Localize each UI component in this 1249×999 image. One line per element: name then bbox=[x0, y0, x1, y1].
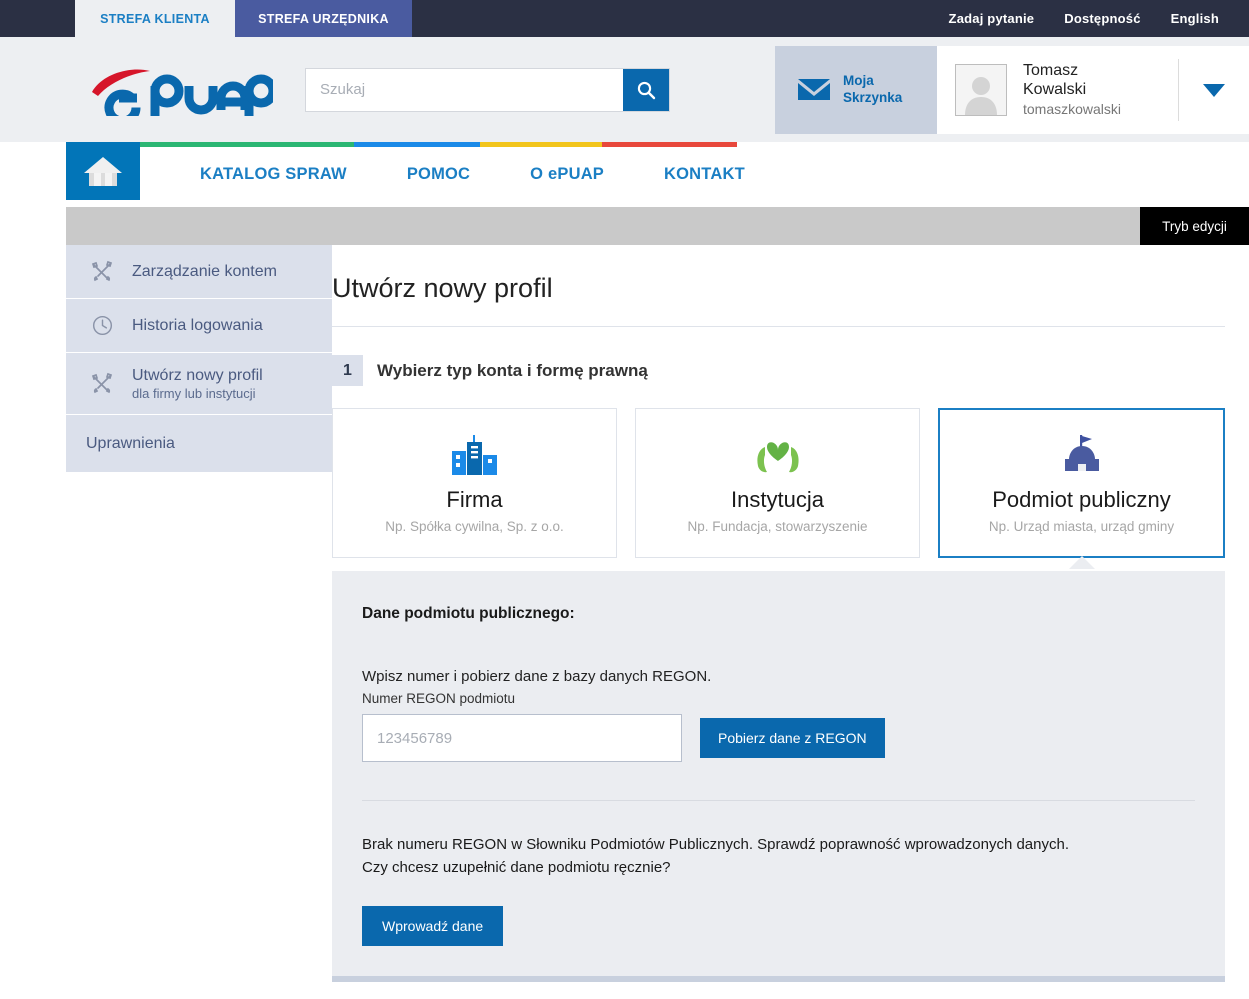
enter-data-button[interactable]: Wprowadź dane bbox=[362, 905, 504, 946]
main-navigation: KATALOG SPRAW POMOC O ePUAP KONTAKT bbox=[0, 142, 1249, 207]
search-input[interactable] bbox=[306, 68, 623, 111]
panel-footer-line bbox=[332, 975, 1225, 982]
sidebar-item-utworz-nowy-profil[interactable]: Utwórz nowy profil dla firmy lub instytu… bbox=[66, 353, 332, 415]
form-heading: Dane podmiotu publicznego: bbox=[362, 605, 575, 622]
entity-form: Dane podmiotu publicznego: Wpisz numer i… bbox=[332, 605, 1225, 762]
card-instytucja[interactable]: Instytucja Np. Fundacja, stowarzyszenie bbox=[635, 408, 920, 558]
form-divider bbox=[362, 800, 1195, 801]
card-title: Instytucja bbox=[731, 486, 824, 512]
user-area: Moja Skrzynka Tomasz Kowalski tomaszkowa… bbox=[775, 45, 1249, 134]
sidebar-item-uprawnienia[interactable]: Uprawnienia bbox=[66, 415, 332, 473]
sidebar-item-historia-logowania[interactable]: Historia logowania bbox=[66, 299, 332, 353]
account-type-cards: Firma Np. Spółka cywilna, Sp. z o.o. Ins… bbox=[332, 408, 1225, 569]
card-podmiot-publiczny[interactable]: Podmiot publiczny Np. Urząd miasta, urzą… bbox=[938, 408, 1225, 569]
zone-tab-client[interactable]: STREFA KLIENTA bbox=[75, 0, 235, 37]
step-title: Wybierz typ konta i formę prawną bbox=[377, 360, 648, 380]
zone-tab-officer-label: STREFA URZĘDNIKA bbox=[258, 11, 389, 26]
regon-field-label: Numer REGON podmiotu bbox=[362, 691, 516, 706]
sidebar-item-label: Zarządzanie kontem bbox=[132, 262, 277, 280]
sidebar-item-label: Historia logowania bbox=[132, 316, 263, 334]
search-icon bbox=[637, 81, 656, 99]
office-buildings-icon bbox=[448, 433, 502, 479]
sidebar-item-sublabel: dla firmy lub instytucji bbox=[132, 385, 256, 401]
panel-bottom-gap bbox=[332, 946, 1225, 976]
step-header: 1 Wybierz typ konta i formę prawną bbox=[332, 327, 1225, 408]
search-box bbox=[305, 67, 670, 112]
edit-mode-bar: Tryb edycji bbox=[66, 207, 1249, 245]
edit-mode-button[interactable]: Tryb edycji bbox=[1140, 207, 1249, 245]
page-body: Zarządzanie kontem Historia logowania Ut… bbox=[66, 245, 1249, 982]
link-english[interactable]: English bbox=[1171, 11, 1219, 26]
search-button[interactable] bbox=[623, 68, 669, 111]
error-message-line2: Czy chcesz uzupełnić dane podmiotu ręczn… bbox=[362, 859, 671, 877]
epuap-logo-graphic bbox=[92, 69, 278, 126]
user-avatar-icon bbox=[965, 76, 997, 115]
card-subtitle: Np. Urząd miasta, urząd gminy bbox=[988, 518, 1175, 534]
zone-tab-officer[interactable]: STREFA URZĘDNIKA bbox=[235, 0, 412, 37]
error-message-line1: Brak numeru REGON w Słowniku Podmiotów P… bbox=[362, 836, 1069, 853]
heart-in-hands-icon bbox=[749, 433, 807, 479]
government-building-icon bbox=[1058, 433, 1106, 479]
mailbox-button[interactable]: Moja Skrzynka bbox=[775, 45, 937, 134]
card-title: Firma bbox=[446, 486, 503, 512]
card-subtitle: Np. Spółka cywilna, Sp. z o.o. bbox=[385, 518, 564, 534]
regon-input[interactable] bbox=[362, 714, 682, 762]
mailbox-label: Moja Skrzynka bbox=[843, 72, 903, 105]
nav-links: KATALOG SPRAW POMOC O ePUAP KONTAKT bbox=[170, 142, 775, 207]
regon-field-row: Pobierz dane z REGON bbox=[362, 714, 1195, 762]
color-stripe bbox=[140, 142, 737, 147]
selected-card-pointer bbox=[1068, 556, 1095, 569]
avatar bbox=[955, 63, 1007, 116]
home-button[interactable] bbox=[66, 142, 140, 200]
regon-error-block: Brak numeru REGON w Słowniku Podmiotów P… bbox=[332, 833, 1225, 946]
sidebar-item-text: Historia logowania bbox=[132, 317, 263, 335]
user-menu[interactable]: Tomasz Kowalski tomaszkowalski bbox=[937, 45, 1249, 134]
sidebar: Zarządzanie kontem Historia logowania Ut… bbox=[66, 245, 332, 963]
main-content: Utwórz nowy profil 1 Wybierz typ konta i… bbox=[332, 245, 1249, 982]
sidebar-item-text: Zarządzanie kontem bbox=[132, 263, 277, 281]
nav-kontakt[interactable]: KONTAKT bbox=[634, 165, 775, 184]
chevron-down-icon bbox=[1203, 83, 1225, 97]
sidebar-item-label: Uprawnienia bbox=[86, 434, 175, 452]
link-dostepnosc[interactable]: Dostępność bbox=[1064, 11, 1140, 26]
user-menu-toggle[interactable] bbox=[1179, 82, 1249, 98]
zone-tab-client-label: STREFA KLIENTA bbox=[100, 11, 210, 26]
sidebar-item-label: Utwórz nowy profil bbox=[132, 366, 263, 384]
step-number-badge: 1 bbox=[332, 355, 363, 386]
nav-pomoc[interactable]: POMOC bbox=[377, 165, 500, 184]
topbar-left-spacer bbox=[0, 0, 75, 37]
nav-o-epuap[interactable]: O ePUAP bbox=[500, 165, 634, 184]
nav-katalog-spraw[interactable]: KATALOG SPRAW bbox=[170, 165, 377, 184]
stripe-blue bbox=[354, 142, 480, 147]
page-title: Utwórz nowy profil bbox=[332, 245, 1225, 327]
stripe-red bbox=[602, 142, 737, 147]
tools-icon bbox=[88, 372, 116, 396]
topbar-links: Zadaj pytanie Dostępność English bbox=[949, 0, 1249, 37]
fetch-regon-button[interactable]: Pobierz dane z REGON bbox=[700, 718, 885, 758]
sidebar-item-zarzadzanie-kontem[interactable]: Zarządzanie kontem bbox=[66, 245, 332, 299]
epuap-logo[interactable] bbox=[88, 64, 278, 126]
error-message: Brak numeru REGON w Słowniku Podmiotów P… bbox=[362, 833, 1195, 880]
stripe-yellow bbox=[480, 142, 602, 147]
stripe-green bbox=[140, 142, 354, 147]
card-subtitle: Np. Fundacja, stowarzyszenie bbox=[687, 518, 868, 534]
sidebar-item-text: Uprawnienia bbox=[86, 435, 175, 453]
tools-icon bbox=[88, 260, 116, 284]
card-title: Podmiot publiczny bbox=[992, 486, 1171, 512]
link-zadaj-pytanie[interactable]: Zadaj pytanie bbox=[949, 11, 1035, 26]
user-identity: Tomasz Kowalski tomaszkowalski bbox=[1023, 62, 1178, 118]
user-login: tomaszkowalski bbox=[1023, 101, 1122, 118]
envelope-icon bbox=[798, 79, 830, 100]
clock-icon bbox=[88, 314, 116, 337]
entity-data-panel: Dane podmiotu publicznego: Wpisz numer i… bbox=[332, 571, 1225, 982]
card-firma[interactable]: Firma Np. Spółka cywilna, Sp. z o.o. bbox=[332, 408, 617, 558]
sidebar-item-text: Utwórz nowy profil dla firmy lub instytu… bbox=[132, 367, 263, 401]
home-icon bbox=[84, 157, 122, 186]
site-header: Moja Skrzynka Tomasz Kowalski tomaszkowa… bbox=[0, 37, 1249, 142]
form-hint: Wpisz numer i pobierz dane z bazy danych… bbox=[362, 668, 712, 685]
top-utility-bar: STREFA KLIENTA STREFA URZĘDNIKA Zadaj py… bbox=[0, 0, 1249, 37]
user-fullname: Tomasz Kowalski bbox=[1023, 61, 1087, 98]
